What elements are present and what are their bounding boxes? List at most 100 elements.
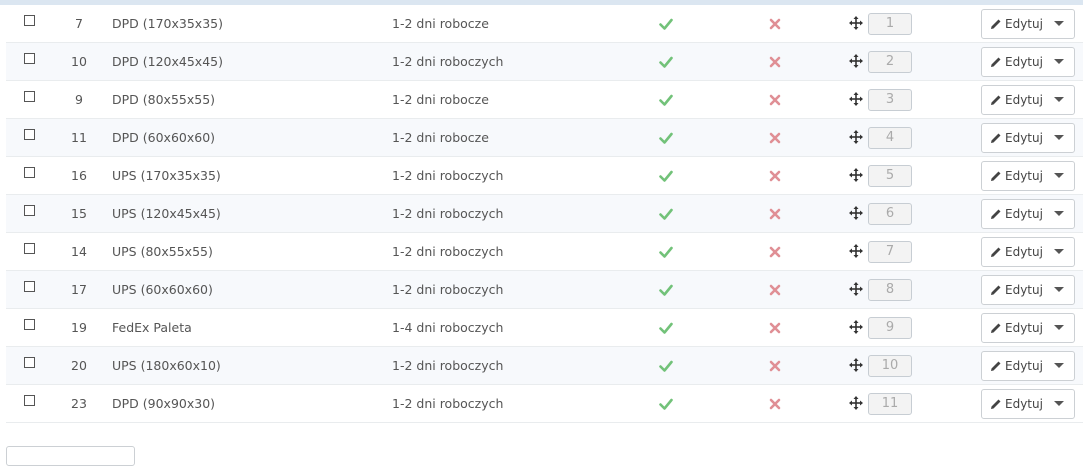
carrier-name: DPD (120x45x45) — [112, 54, 223, 69]
edit-button[interactable]: Edytuj — [981, 389, 1075, 419]
table-row[interactable]: 16 UPS (170x35x35) 1-2 dni roboczych 5 Edytu… — [6, 157, 1083, 195]
table-row[interactable]: 19 FedEx Paleta 1-4 dni roboczych 9 Edytuj — [6, 309, 1083, 347]
caret-down-icon[interactable] — [1054, 287, 1064, 292]
edit-button[interactable]: Edytuj — [981, 47, 1075, 77]
edit-button[interactable]: Edytuj — [981, 275, 1075, 305]
row-checkbox[interactable] — [24, 319, 35, 330]
check-icon[interactable] — [659, 169, 673, 183]
caret-down-icon[interactable] — [1054, 401, 1064, 406]
row-checkbox[interactable] — [24, 395, 35, 406]
cross-icon[interactable] — [769, 18, 781, 30]
caret-down-icon[interactable] — [1054, 173, 1064, 178]
check-icon[interactable] — [659, 93, 673, 107]
caret-down-icon[interactable] — [1054, 325, 1064, 330]
cross-icon[interactable] — [769, 246, 781, 258]
check-icon[interactable] — [659, 283, 673, 297]
caret-down-icon[interactable] — [1054, 21, 1064, 26]
edit-button[interactable]: Edytuj — [981, 199, 1075, 229]
table-row[interactable]: 23 DPD (90x90x30) 1-2 dni roboczych 11 Edytu… — [6, 385, 1083, 423]
cross-icon[interactable] — [769, 398, 781, 410]
edit-button[interactable]: Edytuj — [981, 351, 1075, 381]
row-checkbox[interactable] — [24, 53, 35, 64]
caret-down-icon[interactable] — [1054, 59, 1064, 64]
pencil-icon — [991, 95, 1001, 105]
check-icon[interactable] — [659, 17, 673, 31]
bulk-actions-button[interactable] — [6, 446, 135, 466]
row-checkbox[interactable] — [24, 357, 35, 368]
move-icon[interactable] — [849, 130, 863, 144]
row-checkbox[interactable] — [24, 129, 35, 140]
edit-button[interactable]: Edytuj — [981, 9, 1075, 39]
row-checkbox[interactable] — [24, 91, 35, 102]
move-icon[interactable] — [849, 282, 863, 296]
carrier-id: 11 — [71, 130, 87, 145]
check-icon[interactable] — [659, 55, 673, 69]
move-icon[interactable] — [849, 358, 863, 372]
carrier-id: 23 — [71, 396, 87, 411]
carrier-id: 16 — [71, 168, 87, 183]
cross-icon[interactable] — [769, 322, 781, 334]
edit-button[interactable]: Edytuj — [981, 161, 1075, 191]
pencil-icon — [991, 247, 1001, 257]
carrier-id: 15 — [71, 206, 87, 221]
row-checkbox[interactable] — [24, 281, 35, 292]
carrier-delay: 1-2 dni roboczych — [392, 168, 504, 183]
cross-icon[interactable] — [769, 170, 781, 182]
cross-icon[interactable] — [769, 132, 781, 144]
cross-icon[interactable] — [769, 56, 781, 68]
carrier-name: UPS (80x55x55) — [112, 244, 213, 259]
position-field: 3 — [868, 89, 912, 111]
check-icon[interactable] — [659, 321, 673, 335]
table-row[interactable]: 10 DPD (120x45x45) 1-2 dni roboczych 2 Edytu… — [6, 43, 1083, 81]
carrier-delay: 1-4 dni roboczych — [392, 320, 504, 335]
edit-button[interactable]: Edytuj — [981, 313, 1075, 343]
carrier-name: FedEx Paleta — [112, 320, 192, 335]
move-icon[interactable] — [849, 16, 863, 30]
table-row[interactable]: 17 UPS (60x60x60) 1-2 dni roboczych 8 Edytuj — [6, 271, 1083, 309]
check-icon[interactable] — [659, 359, 673, 373]
cross-icon[interactable] — [769, 94, 781, 106]
move-icon[interactable] — [849, 92, 863, 106]
move-icon[interactable] — [849, 320, 863, 334]
table-row[interactable]: 14 UPS (80x55x55) 1-2 dni roboczych 7 Edytuj — [6, 233, 1083, 271]
carrier-id: 14 — [71, 244, 87, 259]
carrier-delay: 1-2 dni robocze — [392, 130, 489, 145]
table-row[interactable]: 11 DPD (60x60x60) 1-2 dni robocze 4 Edytuj — [6, 119, 1083, 157]
row-checkbox[interactable] — [24, 15, 35, 26]
edit-button[interactable]: Edytuj — [981, 85, 1075, 115]
edit-button[interactable]: Edytuj — [981, 237, 1075, 267]
caret-down-icon[interactable] — [1054, 211, 1064, 216]
pencil-icon — [991, 19, 1001, 29]
move-icon[interactable] — [849, 54, 863, 68]
table-row[interactable]: 7 DPD (170x35x35) 1-2 dni robocze 1 Edytuj — [6, 5, 1083, 43]
pencil-icon — [991, 171, 1001, 181]
check-icon[interactable] — [659, 131, 673, 145]
check-icon[interactable] — [659, 397, 673, 411]
row-checkbox[interactable] — [24, 167, 35, 178]
table-row[interactable]: 9 DPD (80x55x55) 1-2 dni robocze 3 Edytuj — [6, 81, 1083, 119]
move-icon[interactable] — [849, 168, 863, 182]
move-icon[interactable] — [849, 396, 863, 410]
row-checkbox[interactable] — [24, 205, 35, 216]
table-row[interactable]: 20 UPS (180x60x10) 1-2 dni roboczych 10 Edyt… — [6, 347, 1083, 385]
cross-icon[interactable] — [769, 284, 781, 296]
check-icon[interactable] — [659, 245, 673, 259]
table-row[interactable]: 15 UPS (120x45x45) 1-2 dni roboczych 6 Edytu… — [6, 195, 1083, 233]
edit-label: Edytuj — [1005, 55, 1043, 69]
edit-button[interactable]: Edytuj — [981, 123, 1075, 153]
move-icon[interactable] — [849, 206, 863, 220]
carrier-delay: 1-2 dni roboczych — [392, 54, 504, 69]
row-checkbox[interactable] — [24, 243, 35, 254]
caret-down-icon[interactable] — [1054, 249, 1064, 254]
caret-down-icon[interactable] — [1054, 97, 1064, 102]
pencil-icon — [991, 209, 1001, 219]
check-icon[interactable] — [659, 207, 673, 221]
caret-down-icon[interactable] — [1054, 363, 1064, 368]
pencil-icon — [991, 285, 1001, 295]
edit-label: Edytuj — [1005, 207, 1043, 221]
position-field: 7 — [868, 241, 912, 263]
cross-icon[interactable] — [769, 360, 781, 372]
cross-icon[interactable] — [769, 208, 781, 220]
caret-down-icon[interactable] — [1054, 135, 1064, 140]
move-icon[interactable] — [849, 244, 863, 258]
